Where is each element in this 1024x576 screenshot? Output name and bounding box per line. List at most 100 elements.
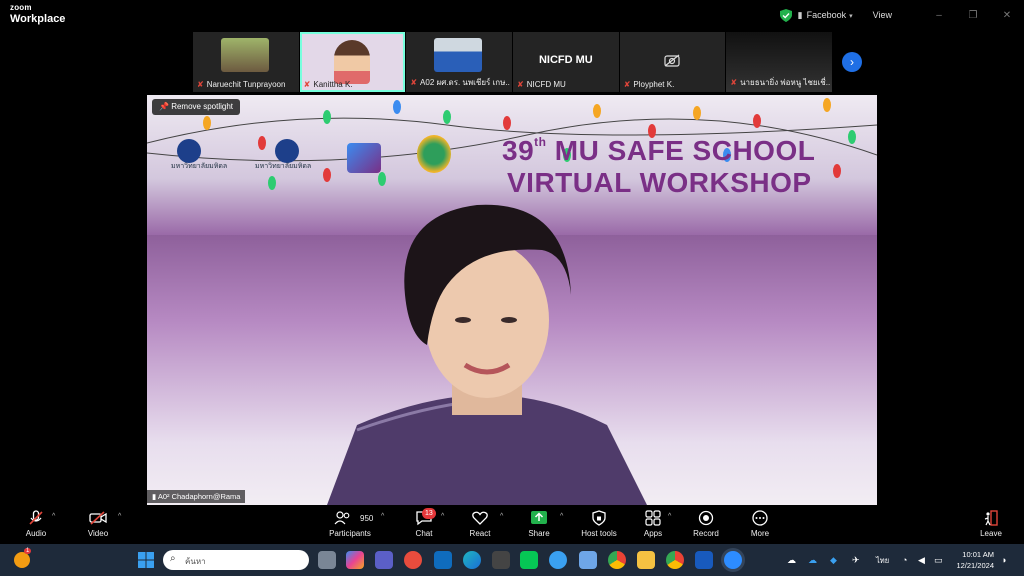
speaker-name-label: ▮ A0² Chadaphorn@Rama [147, 490, 246, 503]
apps-options-caret[interactable]: ^ [668, 513, 671, 520]
input-language[interactable]: ไทย [876, 555, 889, 567]
zoom-window: zoom Workplace ▮ Facebook ▾ View – ❐ ✕ ✘ N… [0, 0, 1024, 576]
cloud-icon[interactable]: ☁ [787, 555, 796, 566]
line-icon[interactable] [520, 551, 538, 569]
leave-icon [984, 510, 998, 526]
title-bar: zoom Workplace ▮ Facebook ▾ View – ❐ ✕ [0, 0, 1024, 30]
participant-tile[interactable]: ✘ Kanittha K. [299, 32, 406, 92]
mic-muted-icon: ✘ [303, 80, 311, 89]
mic-muted-icon [29, 510, 43, 525]
view-menu-button[interactable]: View [873, 10, 892, 20]
chevron-down-icon: ▾ [849, 13, 853, 20]
chat-unread-badge: 13 [422, 508, 436, 519]
notepad-icon[interactable] [579, 551, 597, 569]
onedrive-icon[interactable]: ☁ [808, 555, 817, 566]
audio-options-caret[interactable]: ^ [52, 513, 55, 520]
participant-tile[interactable]: ✘ A02 ผศ.ดร. นพเชียร์ เกษ... [406, 32, 513, 92]
mic-muted-icon: ✘ [197, 80, 204, 89]
browser-icon[interactable] [404, 551, 422, 569]
maximize-button[interactable]: ❐ [956, 10, 990, 21]
outlook-icon[interactable] [434, 551, 452, 569]
react-options-caret[interactable]: ^ [500, 513, 503, 520]
edge-icon[interactable] [463, 551, 481, 569]
speaker-video [327, 204, 647, 505]
participant-name: ✘ Ployphet K. [623, 80, 675, 89]
meeting-toolbar: Audio ^ Video ^ Participants 950 ^ Chat … [0, 506, 1024, 544]
participant-video [333, 40, 370, 84]
next-page-icon[interactable]: › [842, 52, 862, 72]
zoom-logo: zoom Workplace [10, 4, 65, 25]
brand-top: zoom [10, 3, 32, 12]
leave-button[interactable]: Leave [978, 510, 1004, 538]
chat-button[interactable]: Chat 13 [412, 508, 436, 538]
start-button-icon[interactable] [137, 551, 155, 569]
app-icon[interactable] [549, 551, 567, 569]
video-button[interactable]: Video [84, 510, 112, 538]
signal-bars-icon: ▮ [152, 492, 157, 501]
battery-icon[interactable]: ▭ [934, 555, 943, 566]
volume-icon[interactable]: ◀ [918, 555, 925, 566]
account-label: Facebook [806, 10, 847, 20]
mic-muted-icon: ✘ [623, 80, 631, 89]
more-button[interactable]: More [748, 510, 772, 538]
search-placeholder: ค้นหา [185, 557, 206, 566]
store-icon[interactable] [492, 551, 510, 569]
participant-name: ✘ Naruechit Tunprayoon [197, 80, 286, 89]
share-options-caret[interactable]: ^ [560, 513, 563, 520]
time: 10:01 AM [962, 550, 994, 559]
weather-widget-icon[interactable] [14, 552, 30, 568]
taskbar-search-input[interactable]: ⌕ ค้นหา [163, 550, 309, 570]
copilot-icon[interactable] [346, 551, 364, 569]
participant-count: 950 [360, 514, 374, 523]
more-icon [752, 510, 768, 526]
file-explorer-icon[interactable] [637, 551, 655, 569]
mic-muted-icon: ✘ [410, 78, 418, 87]
react-button[interactable]: React [467, 510, 493, 538]
apps-button[interactable]: Apps [641, 510, 665, 538]
host-tools-button[interactable]: Host tools [578, 510, 620, 538]
participant-name: ✘ NICFD MU [517, 80, 566, 89]
close-button[interactable]: ✕ [990, 10, 1024, 21]
windows-taskbar: 1 ⌕ ค้นหา ☁ ☁ ◆ ✈ ไทย ◔ ◀ ▭ 10:01 AM 12/… [0, 544, 1024, 576]
zoom-taskbar-icon[interactable] [724, 551, 742, 569]
participants-options-caret[interactable]: ^ [381, 513, 384, 520]
video-options-caret[interactable]: ^ [118, 513, 121, 520]
record-button[interactable]: Record [692, 510, 720, 538]
participant-tile[interactable]: NICFD MU ✘ NICFD MU [513, 32, 619, 92]
participant-name: ✘ นายธนายิ่ง พ่อหนู ไชยเชี่... [730, 78, 831, 87]
brand-bottom: Workplace [10, 13, 66, 25]
minimize-button[interactable]: – [922, 10, 956, 21]
share-screen-icon [531, 511, 547, 524]
remove-spotlight-button[interactable]: 📌 Remove spotlight [152, 99, 241, 115]
participant-big-label: NICFD MU [538, 54, 593, 66]
participants-strip: ✘ Naruechit Tunprayoon ✘ Kanittha K. ✘ A02 … [193, 32, 833, 94]
mic-muted-icon: ✘ [730, 78, 738, 87]
teams-icon[interactable] [375, 551, 393, 569]
apps-icon [645, 510, 661, 526]
heart-icon [472, 511, 488, 525]
task-view-icon[interactable] [318, 551, 336, 569]
notification-bell-icon[interactable]: ◑ [1001, 555, 1006, 565]
encryption-shield-icon[interactable] [779, 8, 792, 22]
tray-icon[interactable]: ◆ [830, 555, 837, 566]
participant-tile[interactable]: ✘ นายธนายิ่ง พ่อหนู ไชยเชี่... [726, 32, 833, 92]
chrome-profile-icon[interactable] [666, 551, 684, 569]
chrome-icon[interactable] [608, 551, 626, 569]
chat-options-caret[interactable]: ^ [441, 513, 444, 520]
taskbar-clock[interactable]: 10:01 AM 12/21/2024 [956, 549, 994, 571]
participant-video [221, 38, 269, 72]
participant-tile[interactable]: ✘ Ployphet K. [619, 32, 726, 92]
mic-muted-icon: ✘ [517, 80, 524, 89]
shield-icon [592, 510, 606, 526]
word-icon[interactable] [695, 551, 713, 569]
pin-icon: 📌 [159, 102, 169, 111]
share-button[interactable]: Share [527, 510, 551, 538]
video-off-icon [89, 511, 107, 525]
wifi-icon[interactable]: ◔ [902, 555, 907, 565]
audio-button[interactable]: Audio [22, 510, 50, 538]
participant-tile[interactable]: ✘ Naruechit Tunprayoon [193, 32, 299, 92]
date: 12/21/2024 [956, 561, 994, 570]
tray-icon[interactable]: ✈ [852, 555, 860, 566]
title-right: ▮ Facebook ▾ View – ❐ ✕ [779, 0, 1024, 30]
account-menu[interactable]: Facebook ▾ [807, 10, 853, 20]
